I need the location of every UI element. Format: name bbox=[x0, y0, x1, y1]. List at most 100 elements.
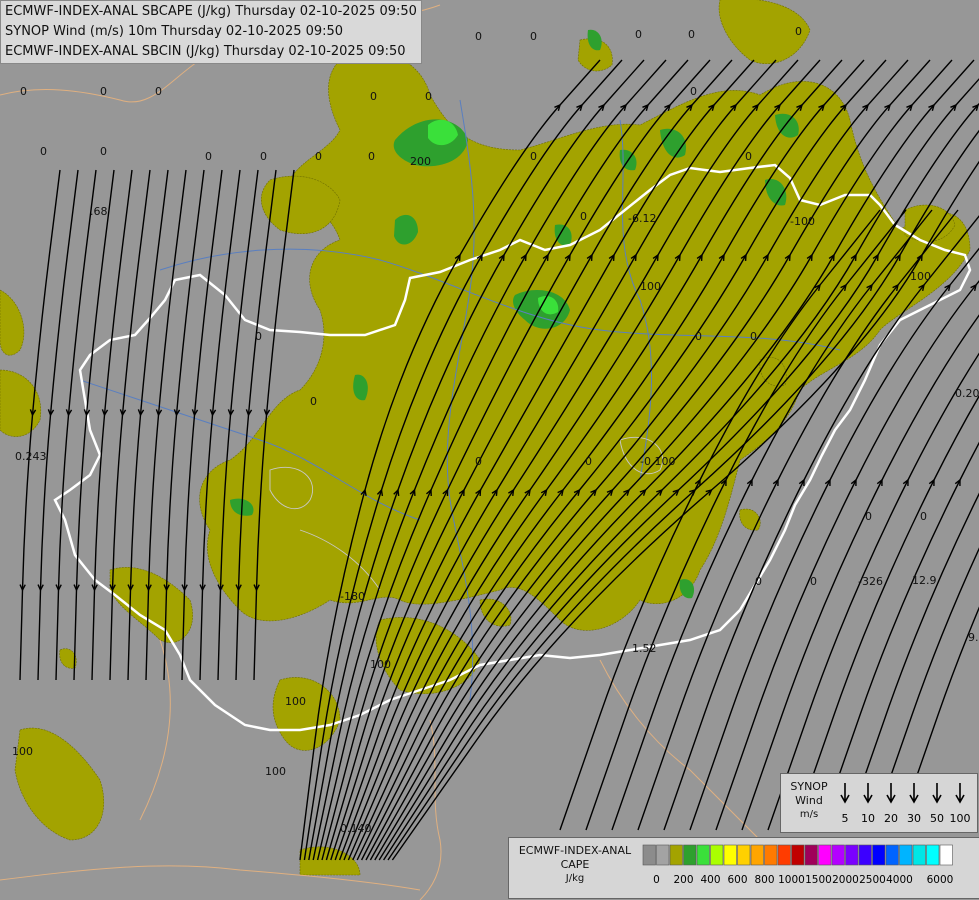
map-value-label: 0 bbox=[40, 145, 47, 158]
wind-legend-arrow-icon bbox=[955, 783, 965, 804]
cape-color-swatch bbox=[683, 844, 697, 866]
map-value-label: 0 bbox=[810, 575, 817, 588]
map-value-label: 0.20 bbox=[955, 387, 979, 400]
map-value-label: 9. bbox=[968, 631, 979, 644]
wind-legend-title2: Wind bbox=[795, 794, 823, 807]
cape-color-swatch bbox=[885, 844, 899, 866]
map-value-label: 0 bbox=[100, 145, 107, 158]
wind-legend-label: SYNOP Wind m/s bbox=[783, 780, 835, 822]
cape-tick-label: 2500 bbox=[859, 874, 886, 886]
map-value-label: 0 bbox=[745, 150, 752, 163]
cape-tick-label: 2000 bbox=[832, 874, 859, 886]
cape-color-swatch bbox=[858, 844, 872, 866]
map-value-label: 12.9 bbox=[912, 574, 937, 587]
map-value-label: 0 bbox=[530, 150, 537, 163]
wind-legend-unit: m/s bbox=[799, 809, 819, 820]
map-value-label: 0 bbox=[690, 85, 697, 98]
wind-legend-arrows: 5 10 20 30 50 100 bbox=[840, 783, 971, 825]
map-value-label: 0 bbox=[205, 150, 212, 163]
map-value-label: 100 bbox=[910, 270, 931, 283]
map-value-label: -180 bbox=[340, 590, 365, 603]
map-value-label: 0.243 bbox=[15, 450, 47, 463]
map-value-label: -0.100 bbox=[640, 455, 675, 468]
map-value-label: 0 bbox=[475, 30, 482, 43]
map-value-label: 0 bbox=[475, 455, 482, 468]
cape-tick-label: 600 bbox=[727, 874, 747, 886]
map-value-label: 0 bbox=[920, 510, 927, 523]
cape-color-swatch bbox=[764, 844, 778, 866]
map-value-label: 1.52 bbox=[632, 642, 657, 655]
map-value-label: 0 bbox=[688, 28, 695, 41]
map-value-label: 0 bbox=[425, 90, 432, 103]
cape-color-swatch bbox=[872, 844, 886, 866]
map-value-label: 0 bbox=[155, 85, 162, 98]
map-value-label: 0 bbox=[315, 150, 322, 163]
cape-color-swatch bbox=[642, 844, 656, 866]
cape-tick-label: 1000 bbox=[778, 874, 805, 886]
cape-tick-label: 1500 bbox=[805, 874, 832, 886]
cape-tick-label: 800 bbox=[754, 874, 774, 886]
map-value-label: 100 bbox=[370, 658, 391, 671]
cape-color-swatch bbox=[737, 844, 751, 866]
map-value-label: -326 bbox=[858, 575, 883, 588]
cape-color-swatch bbox=[912, 844, 926, 866]
wind-legend-arrow-icon bbox=[863, 783, 873, 804]
wind-legend-speed: 50 bbox=[930, 812, 944, 825]
wind-legend-speed: 5 bbox=[842, 812, 849, 825]
cape-colorbar: 0 200 400 600 800 1000 1500 2000 2500 4000 6000 bbox=[642, 844, 954, 886]
cape-tick-label: 6000 bbox=[927, 874, 954, 886]
cape-color-swatch bbox=[656, 844, 670, 866]
map-value-label: 0 bbox=[100, 85, 107, 98]
weather-map: 0 0 0 0 0 0 0 0 0 0 0 0 0 0 0 0 0 0 0 0 0 0 0 0 0 0 0 0 0 0 .68 0.243 -6… bbox=[0, 0, 979, 900]
map-value-label: 0 bbox=[530, 30, 537, 43]
map-value-label: 0.140 bbox=[340, 822, 372, 835]
map-value-label: 0 bbox=[865, 510, 872, 523]
map-value-label: 0 bbox=[695, 330, 702, 343]
wind-legend-arrow-icon bbox=[909, 783, 919, 804]
cape-color-swatch bbox=[669, 844, 683, 866]
cape-tick-label: 0 bbox=[653, 874, 660, 886]
wind-legend-speed: 20 bbox=[884, 812, 898, 825]
wind-legend-arrow-icon bbox=[886, 783, 896, 804]
map-value-label: -6.12 bbox=[628, 212, 656, 225]
cape-tick-label: 200 bbox=[673, 874, 693, 886]
cape-color-swatch bbox=[791, 844, 805, 866]
wind-legend-title1: SYNOP bbox=[790, 780, 828, 793]
map-value-label: 0 bbox=[370, 90, 377, 103]
map-value-label: .68 bbox=[90, 205, 108, 218]
cape-tick-label: 4000 bbox=[886, 874, 913, 886]
cape-legend: ECMWF-INDEX-ANAL CAPE J/kg 0 200 400 600 800… bbox=[508, 837, 979, 899]
cape-color-swatch bbox=[939, 844, 953, 866]
map-value-label: 0 bbox=[580, 210, 587, 223]
map-value-label: 0 bbox=[260, 150, 267, 163]
title-cin: ECMWF-INDEX-ANAL SBCIN (J/kg) Thursday 0… bbox=[5, 44, 406, 59]
map-value-label: 0 bbox=[750, 330, 757, 343]
cape-color-swatch bbox=[804, 844, 818, 866]
map-value-label: 0 bbox=[795, 25, 802, 38]
title-cape: ECMWF-INDEX-ANAL SBCAPE (J/kg) Thursday … bbox=[5, 4, 417, 19]
cape-color-swatch bbox=[831, 844, 845, 866]
map-value-label: 0 bbox=[20, 85, 27, 98]
map-title-box: ECMWF-INDEX-ANAL SBCAPE (J/kg) Thursday … bbox=[0, 0, 422, 64]
map-value-label: 0 bbox=[310, 395, 317, 408]
cape-color-swatch bbox=[818, 844, 832, 866]
map-value-label: 0 bbox=[368, 150, 375, 163]
wind-legend-arrow-icon bbox=[932, 783, 942, 804]
map-value-label: 100 bbox=[640, 280, 661, 293]
cape-tick-label: 400 bbox=[700, 874, 720, 886]
cape-legend-unit: J/kg bbox=[565, 873, 585, 884]
map-value-label: 0 bbox=[585, 455, 592, 468]
cape-color-swatch bbox=[696, 844, 710, 866]
cape-legend-title2: CAPE bbox=[560, 858, 590, 871]
wind-legend-speed: 100 bbox=[950, 812, 971, 825]
cape-color-swatch bbox=[723, 844, 737, 866]
map-value-label: 100 bbox=[285, 695, 306, 708]
cape-color-swatch bbox=[750, 844, 764, 866]
wind-legend-arrow-icon bbox=[840, 783, 850, 804]
cape-color-swatch bbox=[845, 844, 859, 866]
wind-legend-speed: 10 bbox=[861, 812, 875, 825]
map-value-label: 0 bbox=[755, 575, 762, 588]
map-value-label: 100 bbox=[12, 745, 33, 758]
map-value-label: 0 bbox=[255, 330, 262, 343]
title-wind: SYNOP Wind (m/s) 10m Thursday 02-10-2025… bbox=[5, 24, 344, 39]
